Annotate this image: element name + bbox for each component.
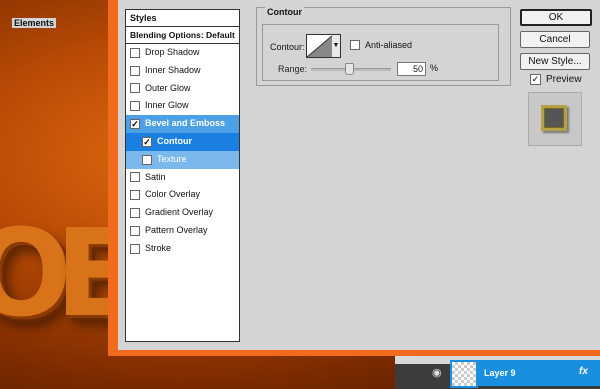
style-item-label: Inner Glow [145, 100, 189, 111]
checkbox-icon[interactable] [130, 65, 140, 76]
anti-aliased-checkbox[interactable]: Anti-aliased [350, 40, 412, 50]
layer-name: Layer 9 [484, 368, 516, 378]
style-item-gradient-overlay[interactable]: Gradient Overlay [126, 204, 239, 222]
fx-icon[interactable]: fx [579, 366, 588, 377]
checkbox-icon [350, 40, 360, 50]
style-item-stroke[interactable]: Stroke [126, 240, 239, 258]
anti-aliased-label: Anti-aliased [365, 40, 413, 50]
preview-checkbox[interactable]: ✓ Preview [530, 74, 582, 85]
checkbox-icon[interactable] [142, 154, 152, 165]
checkbox-icon[interactable] [130, 47, 140, 58]
contour-dropdown-button[interactable]: ▼ [332, 34, 341, 58]
preview-thumbnail [541, 105, 567, 131]
brush-icon: ✎ [406, 356, 415, 367]
style-item-outer-glow[interactable]: Outer Glow [126, 80, 239, 98]
contour-group-title: Contour [265, 7, 304, 17]
style-item-label: Gradient Overlay [145, 207, 214, 218]
style-item-contour[interactable]: ✓ Contour [126, 132, 239, 151]
checkbox-icon[interactable] [130, 83, 140, 94]
range-unit: % [430, 63, 439, 73]
checkbox-icon[interactable] [130, 243, 140, 254]
range-slider-thumb[interactable] [345, 63, 354, 75]
style-item-inner-shadow[interactable]: Inner Shadow [126, 62, 239, 80]
styles-list: Styles Blending Options: Default Drop Sh… [125, 9, 240, 342]
new-style-button[interactable]: New Style... [520, 53, 590, 70]
style-item-label: Satin [145, 171, 166, 182]
style-item-label: Texture [157, 153, 187, 164]
layer-thumbnail[interactable] [450, 360, 478, 388]
style-preview-swatch [528, 92, 582, 146]
checkbox-icon[interactable]: ✓ [142, 136, 152, 147]
blending-options-item[interactable]: Blending Options: Default [126, 27, 239, 44]
style-item-pattern-overlay[interactable]: Pattern Overlay [126, 222, 239, 240]
style-item-label: Color Overlay [145, 189, 201, 200]
styles-header[interactable]: Styles [126, 10, 239, 27]
checkbox-icon[interactable]: ✓ [130, 119, 140, 130]
style-item-drop-shadow[interactable]: Drop Shadow [126, 44, 239, 62]
checkbox-icon[interactable] [130, 172, 140, 183]
checkbox-icon[interactable] [130, 101, 140, 112]
style-item-inner-glow[interactable]: Inner Glow [126, 97, 239, 115]
cancel-button[interactable]: Cancel [520, 31, 590, 48]
style-item-label: Outer Glow [145, 82, 191, 93]
style-item-color-overlay[interactable]: Color Overlay [126, 186, 239, 204]
style-item-label: Stroke [145, 242, 172, 253]
contour-curve-icon [307, 35, 333, 57]
style-item-satin[interactable]: Satin [126, 169, 239, 187]
eye-icon[interactable]: ◉ [432, 366, 442, 379]
ok-button[interactable]: OK [520, 9, 592, 26]
style-item-label: Drop Shadow [145, 47, 200, 57]
preview-label: Preview [546, 74, 582, 85]
checkbox-icon[interactable] [130, 225, 140, 236]
style-item-label: Contour [157, 135, 192, 146]
style-item-texture[interactable]: Texture [126, 150, 239, 169]
checkbox-icon: ✓ [530, 74, 541, 85]
chevron-down-icon: ▼ [332, 42, 340, 49]
style-item-label: Bevel and Emboss [145, 118, 226, 129]
contour-label: Contour: [270, 42, 305, 52]
checkbox-icon[interactable] [130, 190, 140, 201]
range-input[interactable]: 50 [397, 62, 426, 76]
contour-preset-swatch[interactable] [306, 34, 334, 58]
style-item-label: Inner Shadow [145, 64, 201, 75]
style-item-label: Pattern Overlay [145, 224, 208, 235]
checkbox-icon[interactable] [130, 208, 140, 219]
style-item-bevel-and-emboss[interactable]: ✓ Bevel and Emboss [126, 115, 239, 133]
elements-group-title: Elements [12, 18, 57, 28]
range-label: Range: [278, 64, 308, 74]
